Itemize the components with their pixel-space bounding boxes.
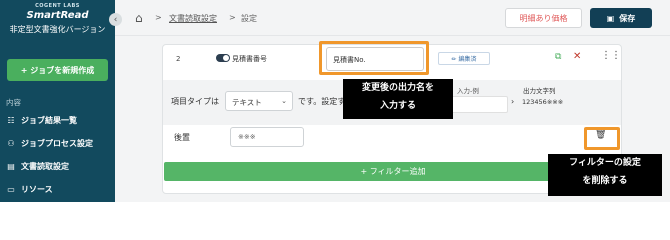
brand-company: COGENT LABS bbox=[35, 3, 80, 9]
suffix-input[interactable]: ※※※ bbox=[230, 127, 304, 147]
type-select-value: テキスト bbox=[232, 98, 262, 107]
copy-icon[interactable]: ⧉ bbox=[555, 52, 561, 62]
close-icon[interactable]: ✕ bbox=[573, 51, 581, 62]
sidebar-item-resources[interactable]: ▭ リソース bbox=[6, 182, 53, 196]
flow-icon: ⚇ bbox=[7, 138, 15, 148]
breadcrumb-separator: > bbox=[155, 13, 162, 22]
output-label: 出力文字列 bbox=[523, 87, 556, 95]
edited-button[interactable]: ✏ 編集済 bbox=[438, 52, 490, 65]
output-value: 123456※※※ bbox=[522, 98, 564, 106]
suffix-label: 後置 bbox=[174, 133, 190, 142]
type-label: 項目タイプは bbox=[171, 97, 219, 106]
breadcrumb-link[interactable]: 文書読取設定 bbox=[169, 13, 217, 24]
field-toggle[interactable] bbox=[216, 54, 230, 62]
callout-delete: フィルターの設定 を削除する bbox=[548, 154, 662, 196]
callout-line: フィルターの設定 bbox=[569, 158, 641, 168]
sidebar-item-label: リソース bbox=[21, 184, 53, 194]
example-label: 入力-例 bbox=[457, 87, 479, 95]
save-icon: ▣ bbox=[606, 13, 615, 23]
highlight-trash bbox=[584, 127, 620, 150]
field-number: 2 bbox=[176, 55, 181, 63]
field-toggle-label: 見積書番号 bbox=[232, 55, 267, 63]
new-job-button[interactable]: + ジョブを新規作成 bbox=[7, 59, 108, 81]
save-button[interactable]: ▣ 保存 bbox=[590, 8, 652, 28]
chevron-right-icon: › bbox=[511, 97, 515, 106]
folder-icon: ▭ bbox=[7, 184, 15, 194]
drag-handle-icon[interactable]: ⋮⋮ bbox=[601, 50, 621, 61]
sidebar-item-label: ジョブプロセス設定 bbox=[21, 138, 93, 148]
callout-rename: 変更後の出力名を 入力する bbox=[343, 79, 453, 119]
home-icon[interactable]: ⌂ bbox=[135, 11, 143, 25]
brand-logo: SmartRead bbox=[26, 10, 89, 21]
top-bar: ⌂ > 文書読取設定 > 設定 明細あり価格 ▣ 保存 bbox=[115, 0, 670, 36]
callout-line: を削除する bbox=[582, 176, 628, 186]
sidebar-item-label: 文書読取設定 bbox=[21, 161, 69, 171]
list-icon: ☷ bbox=[7, 115, 15, 125]
document-icon: ▤ bbox=[7, 161, 15, 171]
brand-edition: 非定型文書強化バージョン bbox=[9, 25, 106, 34]
sidebar-item-label: ジョブ結果一覧 bbox=[21, 115, 77, 125]
highlight-name-input bbox=[319, 41, 429, 75]
callout-line: 入力する bbox=[379, 101, 416, 111]
callout-line: 変更後の出力名を bbox=[361, 83, 434, 93]
sidebar-item-job-results[interactable]: ☷ ジョブ結果一覧 bbox=[6, 113, 77, 127]
save-label: 保存 bbox=[619, 13, 636, 23]
type-suffix-text: です。設定す bbox=[298, 97, 346, 106]
sidebar-item-reading-settings[interactable]: ▤ 文書読取設定 bbox=[6, 159, 69, 173]
sidebar-item-job-process[interactable]: ⚇ ジョブプロセス設定 bbox=[6, 136, 93, 150]
breadcrumb-current: 設定 bbox=[241, 14, 257, 23]
collapse-sidebar-button[interactable]: ‹ bbox=[109, 13, 122, 26]
breadcrumb-separator: > bbox=[229, 13, 236, 22]
price-button[interactable]: 明細あり価格 bbox=[505, 8, 582, 28]
chevron-down-icon: ⌄ bbox=[281, 97, 287, 105]
type-select[interactable]: テキスト ⌄ bbox=[225, 91, 293, 111]
sidebar-section-label: 内容 bbox=[6, 98, 21, 107]
sidebar: COGENT LABS SmartRead 非定型文書強化バージョン + ジョブ… bbox=[0, 0, 115, 202]
